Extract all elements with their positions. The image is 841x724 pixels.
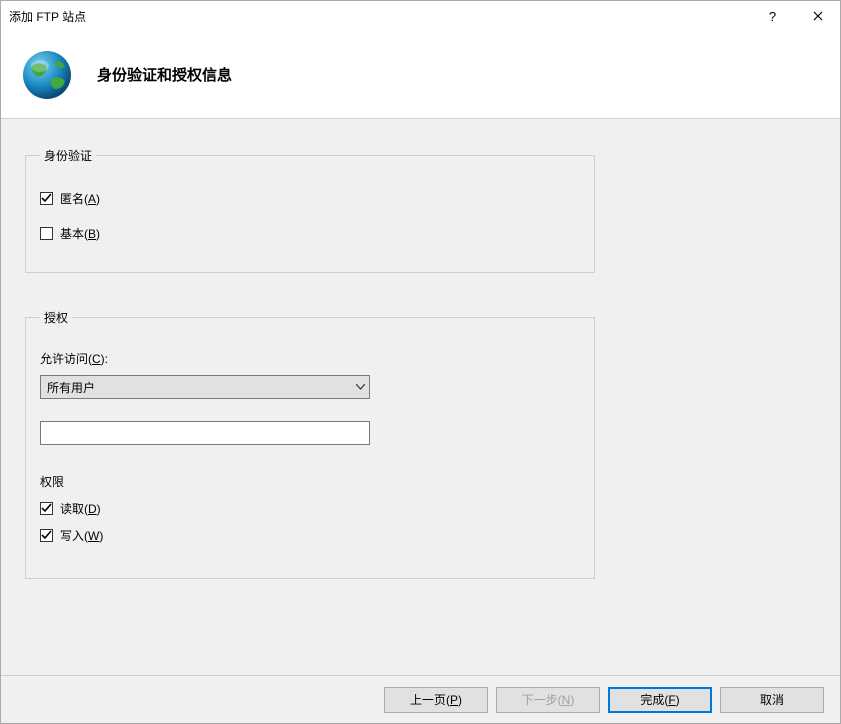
authorization-group: 授权 允许访问(C): 所有用户 权限 读取(D) 写入(W) <box>25 309 595 579</box>
write-checkbox[interactable] <box>40 529 53 542</box>
read-checkbox-row[interactable]: 读取(D) <box>40 500 580 517</box>
anonymous-label: 匿名(A) <box>60 190 100 207</box>
window-title: 添加 FTP 站点 <box>9 8 750 25</box>
wizard-header: 身份验证和授权信息 <box>1 31 840 119</box>
content-area: 身份验证 匿名(A) 基本(B) 授权 允许访问(C): 所有用户 权限 <box>1 119 840 675</box>
basic-checkbox[interactable] <box>40 227 53 240</box>
combo-selected-text: 所有用户 <box>47 379 95 396</box>
specified-users-input[interactable] <box>40 421 370 445</box>
basic-checkbox-row[interactable]: 基本(B) <box>40 225 580 242</box>
wizard-footer: 上一页(P) 下一步(N) 完成(F) 取消 <box>1 675 840 723</box>
previous-button[interactable]: 上一页(P) <box>384 687 488 713</box>
read-label: 读取(D) <box>60 500 101 517</box>
titlebar-controls: ? <box>750 1 840 31</box>
allow-access-combo[interactable]: 所有用户 <box>40 375 370 399</box>
finish-button[interactable]: 完成(F) <box>608 687 712 713</box>
write-checkbox-row[interactable]: 写入(W) <box>40 527 580 544</box>
allow-access-label: 允许访问(C): <box>40 350 580 367</box>
permissions-heading: 权限 <box>40 473 580 490</box>
chevron-down-icon <box>356 382 365 393</box>
anonymous-checkbox[interactable] <box>40 192 53 205</box>
next-button: 下一步(N) <box>496 687 600 713</box>
globe-icon <box>21 49 73 101</box>
anonymous-checkbox-row[interactable]: 匿名(A) <box>40 190 580 207</box>
help-icon[interactable]: ? <box>750 1 795 31</box>
basic-label: 基本(B) <box>60 225 100 242</box>
write-label: 写入(W) <box>60 527 103 544</box>
authentication-legend: 身份验证 <box>40 147 96 164</box>
read-checkbox[interactable] <box>40 502 53 515</box>
authentication-group: 身份验证 匿名(A) 基本(B) <box>25 147 595 273</box>
close-icon[interactable] <box>795 1 840 31</box>
titlebar: 添加 FTP 站点 ? <box>1 1 840 31</box>
cancel-button[interactable]: 取消 <box>720 687 824 713</box>
page-title: 身份验证和授权信息 <box>97 64 232 85</box>
authorization-legend: 授权 <box>40 309 72 326</box>
